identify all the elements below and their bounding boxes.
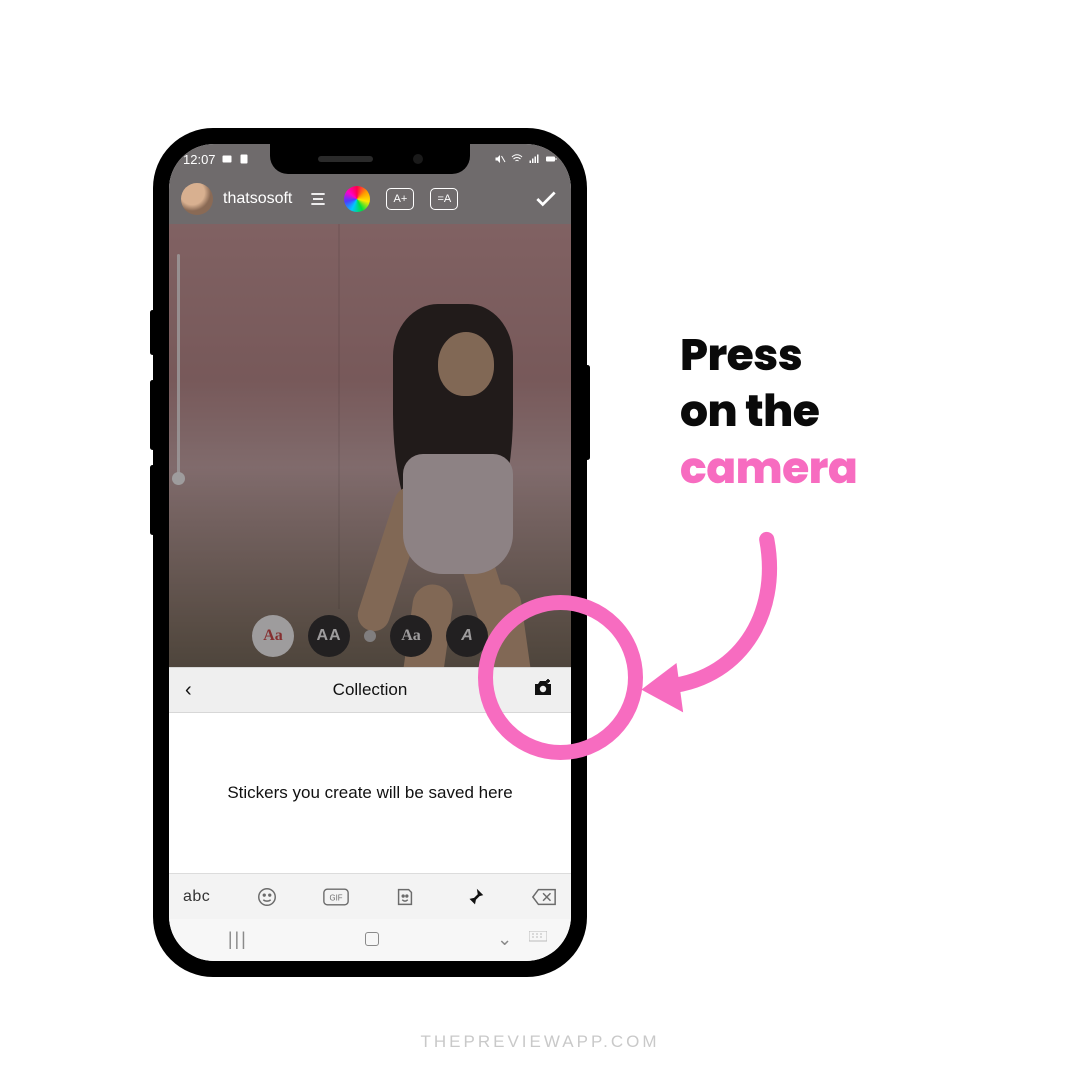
signal-icon xyxy=(528,153,540,165)
person-in-photo xyxy=(330,304,539,614)
avatar[interactable] xyxy=(181,183,213,215)
phone-side-button xyxy=(150,310,155,355)
phone-side-button xyxy=(585,365,590,460)
nav-down-button[interactable]: ⌄ xyxy=(497,929,512,950)
font-option[interactable]: AA xyxy=(308,615,350,657)
phone-side-button xyxy=(150,465,155,535)
camera-icon xyxy=(531,676,555,700)
story-photo[interactable]: Aa AA Aa A xyxy=(169,224,571,667)
watermark: THEPREVIEWAPP.COM xyxy=(421,1032,660,1052)
mute-icon xyxy=(494,153,506,165)
pin-icon[interactable] xyxy=(462,886,488,908)
emoji-icon[interactable] xyxy=(254,886,280,908)
camera-button[interactable] xyxy=(531,676,555,705)
status-time: 12:07 xyxy=(183,152,216,167)
keyboard-toggle-icon[interactable] xyxy=(529,929,547,950)
instruction-line: Press xyxy=(680,328,857,384)
instruction-line: on the xyxy=(680,384,857,440)
font-option[interactable]: Aa xyxy=(390,615,432,657)
collection-empty-state: Stickers you create will be saved here xyxy=(169,713,571,873)
battery-icon xyxy=(545,153,557,165)
empty-message: Stickers you create will be saved here xyxy=(227,783,512,803)
done-check-icon[interactable] xyxy=(533,186,559,212)
username-label: thatsosoft xyxy=(223,190,292,208)
color-wheel-icon[interactable] xyxy=(344,186,370,212)
gif-icon[interactable]: GIF xyxy=(323,886,349,908)
android-nav-bar: ||| ⌄ xyxy=(169,919,571,961)
phone-side-button xyxy=(150,380,155,450)
collection-header: ‹ Collection xyxy=(169,667,571,713)
text-align-icon[interactable] xyxy=(308,189,328,209)
story-editor-toolbar: thatsosoft A+ =A xyxy=(169,174,571,224)
collection-title: Collection xyxy=(333,680,408,700)
back-button[interactable]: ‹ xyxy=(185,679,192,702)
phone-screen: 12:07 thatsosoft A+ =A xyxy=(169,144,571,961)
phone-frame: 12:07 thatsosoft A+ =A xyxy=(155,130,585,975)
text-size-slider[interactable] xyxy=(177,254,180,484)
notification-icon xyxy=(238,153,250,165)
font-picker-row: Aa AA Aa A xyxy=(169,615,571,657)
keyboard-suggestion-row: abc GIF xyxy=(169,873,571,919)
phone-notch xyxy=(270,144,470,174)
image-icon xyxy=(221,153,233,165)
backspace-icon[interactable] xyxy=(531,886,557,908)
sticker-icon[interactable] xyxy=(392,886,418,908)
text-background-button[interactable]: =A xyxy=(430,188,458,210)
wifi-icon xyxy=(511,153,523,165)
nav-recent-button[interactable]: ||| xyxy=(228,929,248,950)
arrow-annotation xyxy=(620,530,790,720)
text-size-button[interactable]: A+ xyxy=(386,188,414,210)
nav-home-button[interactable] xyxy=(365,932,379,946)
instruction-highlight: camera xyxy=(680,441,857,497)
abc-button[interactable]: abc xyxy=(183,888,210,906)
svg-text:GIF: GIF xyxy=(329,893,342,902)
instruction-text: Press on the camera xyxy=(680,328,857,497)
font-option[interactable]: Aa xyxy=(252,615,294,657)
font-option[interactable]: A xyxy=(446,615,488,657)
font-scroll-dot-icon xyxy=(364,630,376,642)
